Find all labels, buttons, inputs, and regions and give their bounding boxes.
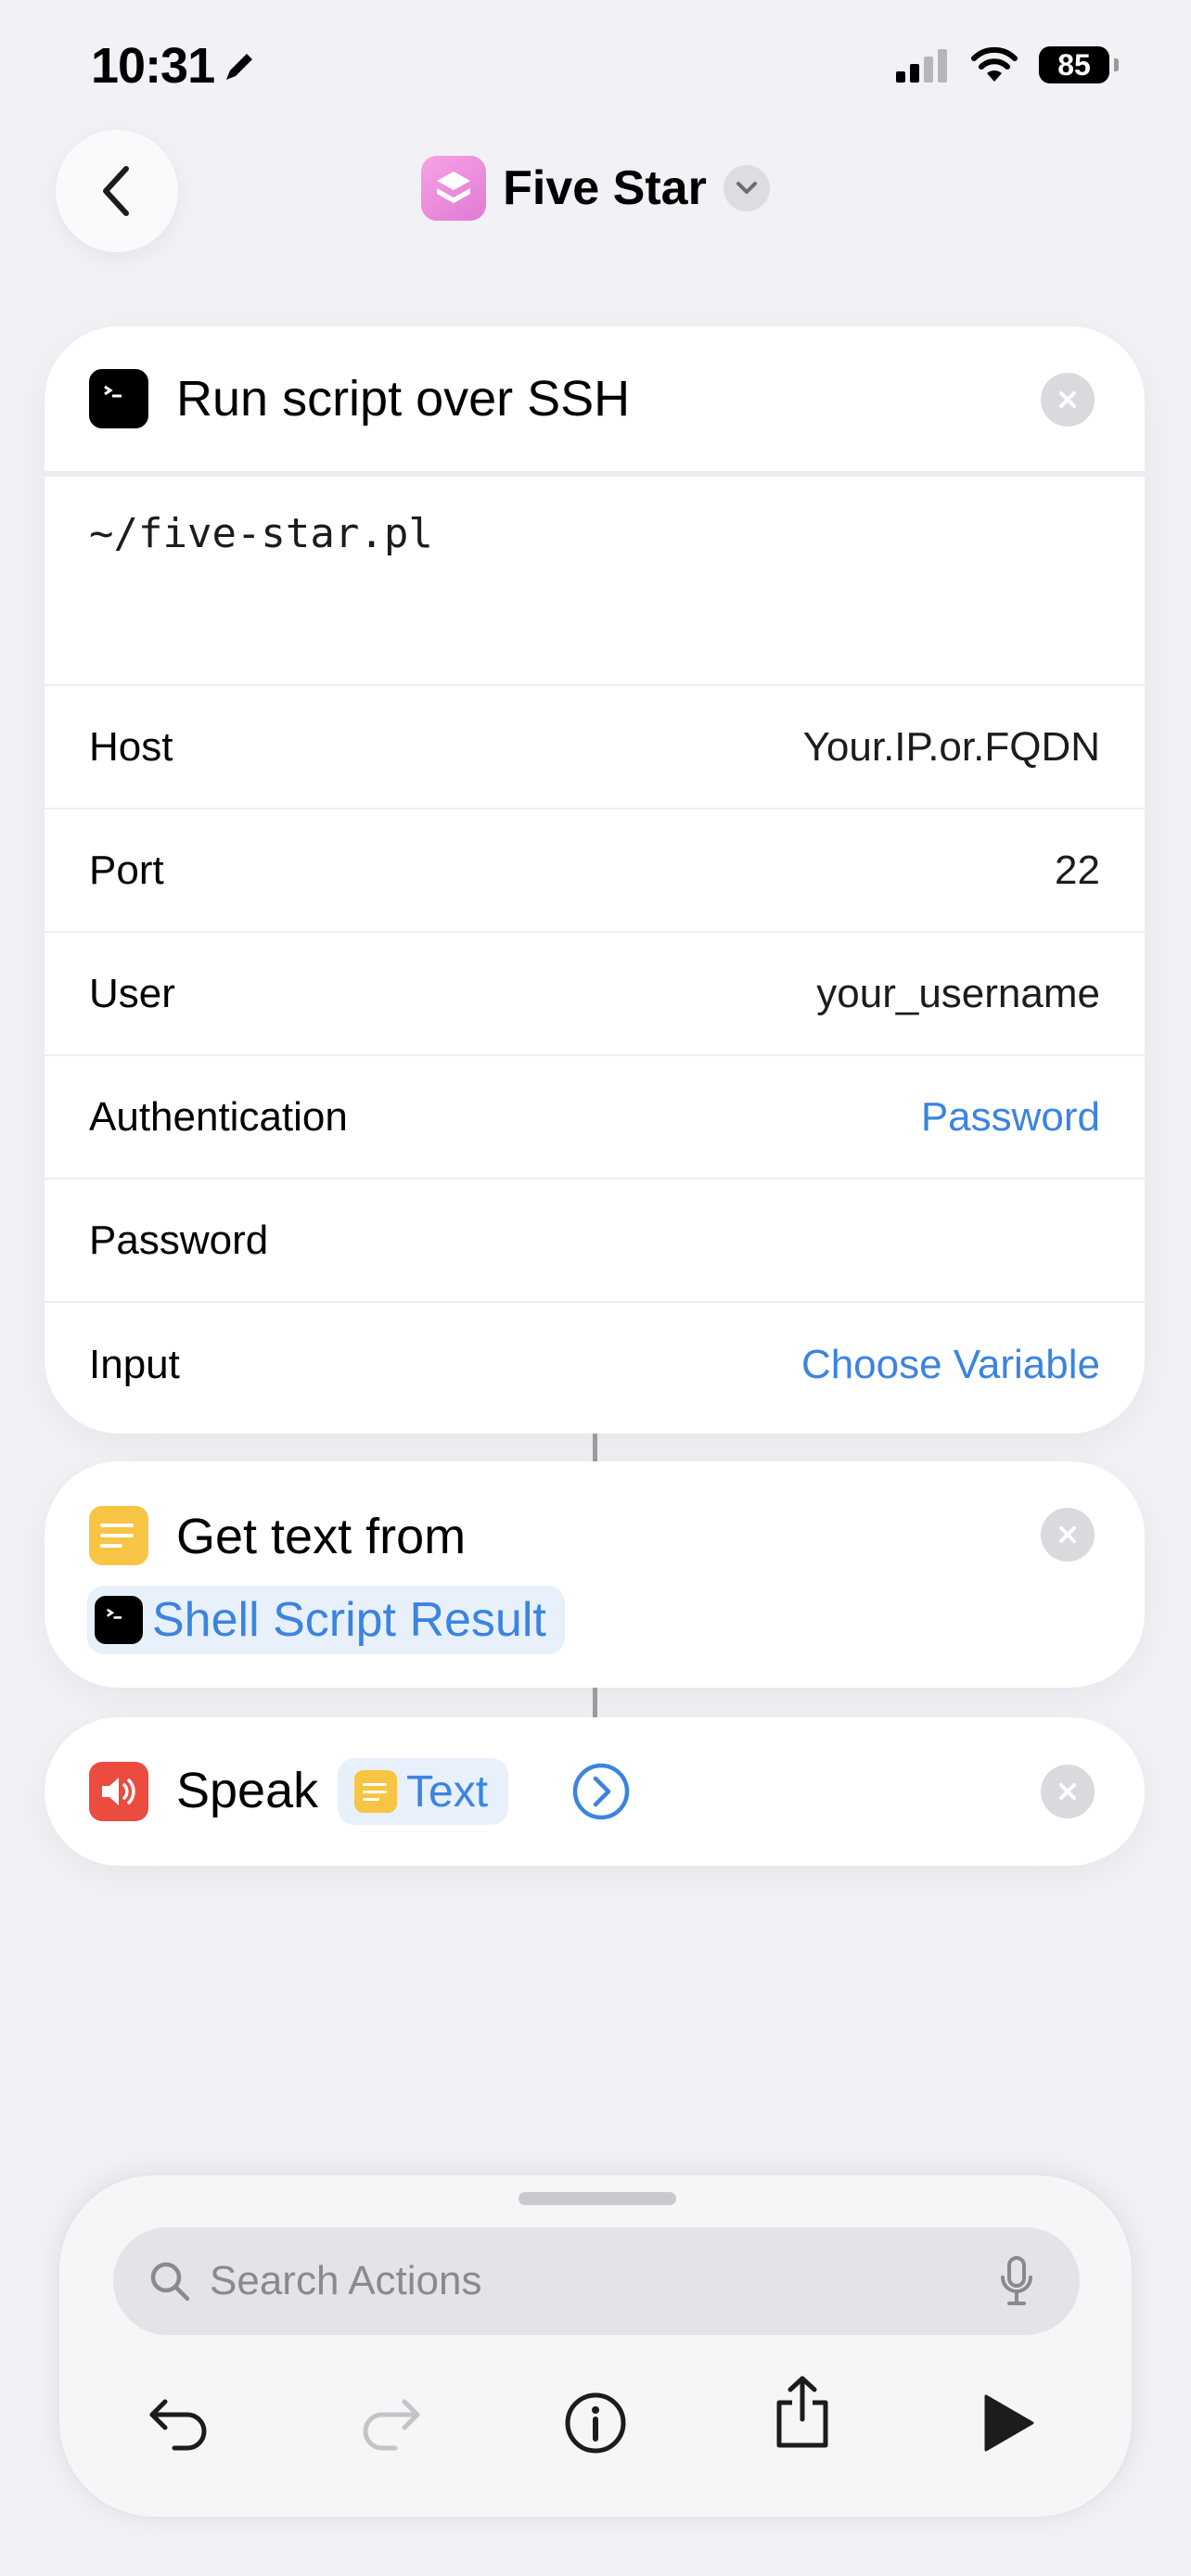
- search-placeholder: Search Actions: [210, 2258, 482, 2303]
- notes-icon: [354, 1770, 397, 1813]
- battery-indicator: 85: [1039, 46, 1119, 83]
- input-row[interactable]: Input Choose Variable: [45, 1303, 1145, 1426]
- run-script-ssh-action: Run script over SSH ~/five-star.pl Host …: [45, 326, 1145, 1434]
- host-row[interactable]: Host Your.IP.or.FQDN: [45, 686, 1145, 810]
- chevron-right-circle-icon[interactable]: [571, 1762, 631, 1821]
- action-header: Run script over SSH: [45, 326, 1145, 477]
- actions-panel: Search Actions: [58, 2174, 1133, 2519]
- user-value[interactable]: your_username: [816, 971, 1100, 1017]
- info-icon: [565, 2392, 626, 2454]
- action-title: Run script over SSH: [176, 371, 631, 427]
- pencil-icon: [226, 54, 252, 80]
- terminal-icon: [95, 1596, 143, 1644]
- port-label: Port: [89, 847, 164, 893]
- remove-action-button[interactable]: [1041, 1508, 1095, 1562]
- action-connector: [593, 1688, 597, 1717]
- text-variable[interactable]: Text: [338, 1758, 509, 1825]
- share-button[interactable]: [761, 2370, 844, 2454]
- notes-icon: [89, 1506, 148, 1565]
- shortcut-title-menu[interactable]: Five Star: [0, 156, 1191, 221]
- port-row[interactable]: Port 22: [45, 810, 1145, 933]
- port-value[interactable]: 22: [1055, 848, 1100, 894]
- status-indicators: 85: [896, 46, 1119, 83]
- password-label: Password: [89, 1217, 269, 1263]
- app-layers-icon: [421, 156, 487, 221]
- terminal-icon: [89, 369, 148, 428]
- mic-icon[interactable]: [1000, 2255, 1033, 2307]
- search-icon: [150, 2262, 190, 2302]
- share-icon: [776, 2376, 828, 2448]
- wifi-icon: [971, 46, 1018, 82]
- speak-action: Speak Text: [45, 1717, 1145, 1866]
- input-label: Input: [89, 1341, 180, 1387]
- close-icon: [1059, 391, 1076, 408]
- redo-button[interactable]: [349, 2381, 432, 2465]
- run-button[interactable]: [967, 2381, 1050, 2465]
- variable-label: Text: [406, 1766, 489, 1817]
- action-title: Speak: [176, 1763, 319, 1818]
- undo-button[interactable]: [137, 2381, 221, 2465]
- action-connector: [593, 1434, 597, 1461]
- undo-icon: [149, 2399, 207, 2451]
- panel-grabber[interactable]: [519, 2192, 676, 2205]
- user-row[interactable]: User your_username: [45, 933, 1145, 1056]
- shortcut-title: Five Star: [503, 161, 707, 215]
- speaker-icon: [89, 1762, 148, 1821]
- host-label: Host: [89, 723, 173, 770]
- close-icon: [1059, 1526, 1076, 1543]
- status-time: 10:31: [91, 38, 215, 94]
- play-icon: [984, 2394, 1034, 2452]
- chevron-down-icon: [723, 165, 770, 211]
- script-input[interactable]: ~/five-star.pl: [45, 477, 1145, 686]
- password-row[interactable]: Password: [45, 1180, 1145, 1303]
- redo-icon: [363, 2399, 420, 2451]
- authentication-label: Authentication: [89, 1093, 348, 1140]
- authentication-row[interactable]: Authentication Password: [45, 1056, 1145, 1180]
- action-title: Get text from: [176, 1509, 467, 1564]
- authentication-value[interactable]: Password: [921, 1094, 1100, 1141]
- host-value[interactable]: Your.IP.or.FQDN: [803, 724, 1100, 771]
- user-label: User: [89, 970, 175, 1016]
- cellular-signal-icon: [896, 49, 947, 83]
- close-icon: [1059, 1783, 1076, 1800]
- input-value[interactable]: Choose Variable: [801, 1342, 1100, 1388]
- remove-action-button[interactable]: [1041, 373, 1095, 427]
- search-actions-field[interactable]: Search Actions: [113, 2227, 1080, 2335]
- info-button[interactable]: [554, 2381, 637, 2465]
- shell-script-result-variable[interactable]: Shell Script Result: [87, 1586, 565, 1654]
- get-text-action: Get text from Shell Script Result: [45, 1461, 1145, 1688]
- variable-label: Shell Script Result: [152, 1593, 546, 1647]
- remove-action-button[interactable]: [1041, 1765, 1095, 1818]
